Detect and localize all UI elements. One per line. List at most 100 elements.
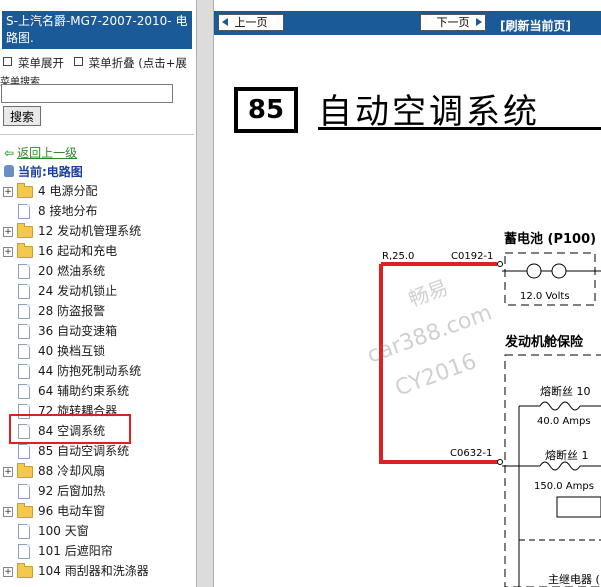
tree-item-label[interactable]: 96 电动车窗: [38, 501, 105, 521]
wire-label: R,25.0: [382, 251, 415, 262]
menu-collapse-link[interactable]: 菜单折叠 (点击+展: [89, 56, 187, 70]
tree-item-label[interactable]: 85 自动空调系统: [38, 441, 129, 461]
tree-item[interactable]: 8 接地分布: [0, 201, 196, 221]
connector-label-2: C0632-1: [450, 448, 493, 459]
tree-item-label[interactable]: 92 后窗加热: [38, 481, 105, 501]
document-icon: [18, 324, 30, 339]
back-arrow-icon: ⇦: [4, 146, 15, 160]
expand-icon[interactable]: +: [3, 187, 13, 197]
tree-item-label[interactable]: 12 发动机管理系统: [38, 221, 141, 241]
expand-icon[interactable]: +: [3, 227, 13, 237]
page-nav-bar: 上一页 下一页 [刷新当前页]: [214, 11, 601, 35]
tree-item-label[interactable]: 104 雨刮器和洗涤器: [38, 561, 149, 581]
menu-expand-link[interactable]: 菜单展开: [18, 56, 64, 70]
tree-item-label[interactable]: 44 防抱死制动系统: [38, 361, 141, 381]
folder-icon: [17, 243, 33, 258]
expand-square-icon: [3, 57, 12, 66]
tree-item-label[interactable]: 64 辅助约束系统: [38, 381, 129, 401]
tree-item-label[interactable]: 88 冷却风扇: [38, 461, 105, 481]
tree-item-label[interactable]: 101 后遮阳帘: [38, 541, 113, 561]
tree-item-label[interactable]: 36 自动变速箱: [38, 321, 117, 341]
watermark-line-1: 畅易: [405, 275, 452, 312]
expand-icon[interactable]: +: [3, 467, 13, 477]
tree-item[interactable]: 85 自动空调系统: [0, 441, 196, 461]
tree-item[interactable]: 92 后窗加热: [0, 481, 196, 501]
tree-item[interactable]: 36 自动变速箱: [0, 321, 196, 341]
pane-scrollbar[interactable]: [196, 0, 214, 587]
menu-pane: S-上汽名爵-MG7-2007-2010- 电路图. 菜单展开 菜单折叠 (点击…: [0, 0, 196, 587]
connector-dot: [497, 261, 503, 267]
document-icon: [18, 284, 30, 299]
tree-item[interactable]: +16 起动和充电: [0, 241, 196, 261]
tree-item[interactable]: 40 换档互锁: [0, 341, 196, 361]
title-underline: [318, 127, 601, 130]
tree-item-label[interactable]: 28 防盗报警: [38, 301, 105, 321]
document-icon: [18, 524, 30, 539]
prev-page-label: 上一页: [234, 16, 268, 29]
page-number: 85: [247, 95, 285, 125]
fuse-10-symbol: [539, 401, 581, 411]
document-icon: [18, 544, 30, 559]
tree-item-label[interactable]: 16 起动和充电: [38, 241, 117, 261]
component-box: [556, 496, 601, 518]
battery-volts: 12.0 Volts: [520, 291, 570, 302]
document-icon: [18, 264, 30, 279]
tree-item-label[interactable]: 24 发动机锁止: [38, 281, 117, 301]
battery-label: 蓄电池 (P100): [504, 232, 597, 247]
tree-item[interactable]: +88 冷却风扇: [0, 461, 196, 481]
prev-page-button[interactable]: 上一页: [218, 14, 284, 31]
search-input[interactable]: [1, 84, 173, 103]
fuse-1-label: 熔断丝 1: [545, 449, 589, 462]
next-page-button[interactable]: 下一页: [420, 14, 486, 31]
battery-terminal-minus: [551, 263, 567, 279]
tree-item[interactable]: +104 雨刮器和洗涤器: [0, 561, 196, 581]
diagram-title: 自动空调系统: [318, 92, 540, 132]
menu-controls: 菜单展开 菜单折叠 (点击+展: [3, 55, 187, 71]
folder-icon: [17, 223, 33, 238]
next-page-label: 下一页: [436, 16, 470, 29]
expand-icon[interactable]: +: [3, 507, 13, 517]
tree-item[interactable]: 28 防盗报警: [0, 301, 196, 321]
watermark-line-3: CY2016: [392, 349, 480, 402]
current-location: 当前:电路图: [4, 163, 83, 180]
tree-item[interactable]: 20 燃油系统: [0, 261, 196, 281]
back-link-row[interactable]: ⇦ 返回上一级: [4, 144, 77, 161]
tree-item-label[interactable]: 20 燃油系统: [38, 261, 105, 281]
search-button[interactable]: 搜索: [3, 106, 41, 126]
page-number-box: 85: [234, 87, 298, 133]
prev-arrow-icon: [222, 18, 228, 26]
expand-icon[interactable]: +: [3, 247, 13, 257]
tree-item-label[interactable]: 100 天窗: [38, 521, 89, 541]
divider-line: [0, 134, 194, 135]
folder-icon: [17, 463, 33, 478]
current-label: 当前:电路图: [18, 165, 83, 179]
back-link[interactable]: 返回上一级: [17, 146, 77, 160]
tree-item[interactable]: 64 辅助约束系统: [0, 381, 196, 401]
tree-item-label[interactable]: 40 换档互锁: [38, 341, 105, 361]
refresh-link[interactable]: [刷新当前页]: [500, 17, 571, 34]
fusebox-label: 发动机舱保险: [505, 335, 584, 350]
battery-terminal-plus: [526, 263, 542, 279]
tree-item[interactable]: 44 防抱死制动系统: [0, 361, 196, 381]
tree-item[interactable]: +4 电源分配: [0, 181, 196, 201]
document-icon: [18, 304, 30, 319]
diagram-pane: 上一页 下一页 [刷新当前页] 85 自动空调系统 R,25.0 C0192-1…: [214, 0, 601, 587]
tree-item[interactable]: +96 电动车窗: [0, 501, 196, 521]
connector-label-1: C0192-1: [451, 251, 494, 262]
tree-item-label[interactable]: 4 电源分配: [38, 181, 97, 201]
tree-item[interactable]: 24 发动机锁止: [0, 281, 196, 301]
main-relay-label: 主继电器 (: [548, 573, 600, 586]
tree-item[interactable]: 100 天窗: [0, 521, 196, 541]
expand-icon[interactable]: +: [3, 567, 13, 577]
fuse-10-amps: 40.0 Amps: [537, 416, 591, 427]
watermark-line-2: car388.com: [364, 300, 496, 369]
next-arrow-icon: [476, 18, 482, 26]
document-icon: [18, 364, 30, 379]
document-title: S-上汽名爵-MG7-2007-2010- 电路图.: [2, 11, 192, 49]
document-icon: [18, 484, 30, 499]
connector-dot: [497, 459, 503, 465]
tree-item[interactable]: 101 后遮阳帘: [0, 541, 196, 561]
fuse-1-symbol: [539, 461, 581, 471]
tree-item-label[interactable]: 8 接地分布: [38, 201, 97, 221]
tree-item[interactable]: +12 发动机管理系统: [0, 221, 196, 241]
